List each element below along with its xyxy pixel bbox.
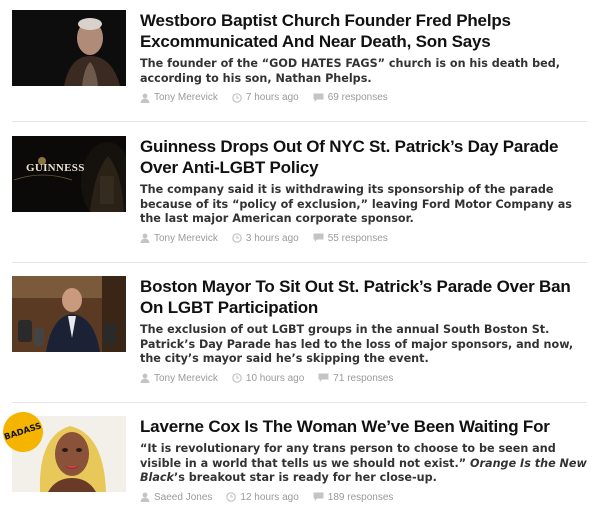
article-description: The exclusion of out LGBT groups in the … xyxy=(140,323,574,366)
guinness-logo-text: GUINNESS xyxy=(26,162,85,174)
author-name: Saeed Jones xyxy=(154,491,213,503)
time-text: 12 hours ago xyxy=(240,491,299,503)
article-meta: Saeed Jones 12 hours ago 189 responses xyxy=(140,491,595,504)
author-link[interactable]: Tony Merevick xyxy=(140,92,218,103)
clock-icon xyxy=(226,492,237,503)
article-thumbnail[interactable] xyxy=(12,10,126,86)
person-icon xyxy=(140,492,150,503)
timestamp: 12 hours ago xyxy=(226,491,299,503)
author-name: Tony Merevick xyxy=(154,232,218,244)
author-link[interactable]: Tony Merevick xyxy=(140,373,218,384)
time-text: 7 hours ago xyxy=(245,92,299,104)
time-text: 3 hours ago xyxy=(245,232,299,244)
clock-icon xyxy=(232,233,242,244)
phelps-photo xyxy=(12,10,126,86)
speech-bubble-icon xyxy=(313,492,324,502)
badge-label: BADASS xyxy=(3,421,43,443)
article-description: The company said it is withdrawing its s… xyxy=(140,183,572,226)
article-headline[interactable]: Boston Mayor To Sit Out St. Patrick’s Pa… xyxy=(140,276,595,318)
responses-count: 189 responses xyxy=(327,491,394,503)
mayor-photo xyxy=(12,276,126,352)
article-thumbnail[interactable] xyxy=(12,276,126,352)
guinness-photo xyxy=(12,136,126,212)
article-description: “It is revolutionary for any trans perso… xyxy=(140,442,595,486)
author-name: Tony Merevick xyxy=(154,372,218,384)
article-thumbnail[interactable]: BADASS xyxy=(0,406,126,492)
timestamp: 10 hours ago xyxy=(232,373,304,384)
divider xyxy=(12,402,587,403)
responses-link[interactable]: 71 responses xyxy=(318,373,393,384)
article-meta: Tony Merevick 7 hours ago 69 responses xyxy=(140,91,595,104)
clock-icon xyxy=(232,92,242,103)
responses-link[interactable]: 69 responses xyxy=(313,92,388,103)
article-content: Westboro Baptist Church Founder Fred Phe… xyxy=(140,10,595,104)
article-headline[interactable]: Laverne Cox Is The Woman We’ve Been Wait… xyxy=(140,416,595,437)
time-text: 10 hours ago xyxy=(245,372,305,384)
responses-count: 69 responses xyxy=(327,92,388,104)
desc-text: ’s breakout star is ready for her close-… xyxy=(173,471,437,485)
responses-link[interactable]: 189 responses xyxy=(313,491,394,503)
author-link[interactable]: Saeed Jones xyxy=(140,492,212,503)
speech-bubble-icon xyxy=(313,233,324,243)
person-icon xyxy=(140,373,150,384)
article-content: Boston Mayor To Sit Out St. Patrick’s Pa… xyxy=(140,276,595,385)
responses-count: 55 responses xyxy=(327,232,388,244)
article-meta: Tony Merevick 3 hours ago 55 responses xyxy=(140,232,595,245)
author-link[interactable]: Tony Merevick xyxy=(140,233,218,244)
article-meta: Tony Merevick 10 hours ago 71 responses xyxy=(140,372,595,385)
article-headline[interactable]: Westboro Baptist Church Founder Fred Phe… xyxy=(140,10,595,52)
divider xyxy=(12,262,587,263)
responses-count: 71 responses xyxy=(333,372,394,384)
responses-link[interactable]: 55 responses xyxy=(313,233,388,244)
article-content: Guinness Drops Out Of NYC St. Patrick’s … xyxy=(140,136,595,245)
article-content: Laverne Cox Is The Woman We’ve Been Wait… xyxy=(140,416,595,504)
timestamp: 3 hours ago xyxy=(232,233,299,244)
speech-bubble-icon xyxy=(313,93,324,102)
person-icon xyxy=(140,233,150,244)
article-thumbnail[interactable]: GUINNESS xyxy=(12,136,126,212)
person-icon xyxy=(140,93,150,103)
author-name: Tony Merevick xyxy=(154,92,218,104)
timestamp: 7 hours ago xyxy=(232,92,299,103)
article-description: The founder of the “GOD HATES FAGS” chur… xyxy=(140,57,560,85)
divider xyxy=(12,121,587,122)
speech-bubble-icon xyxy=(318,373,329,383)
clock-icon xyxy=(232,373,242,384)
article-headline[interactable]: Guinness Drops Out Of NYC St. Patrick’s … xyxy=(140,136,595,178)
